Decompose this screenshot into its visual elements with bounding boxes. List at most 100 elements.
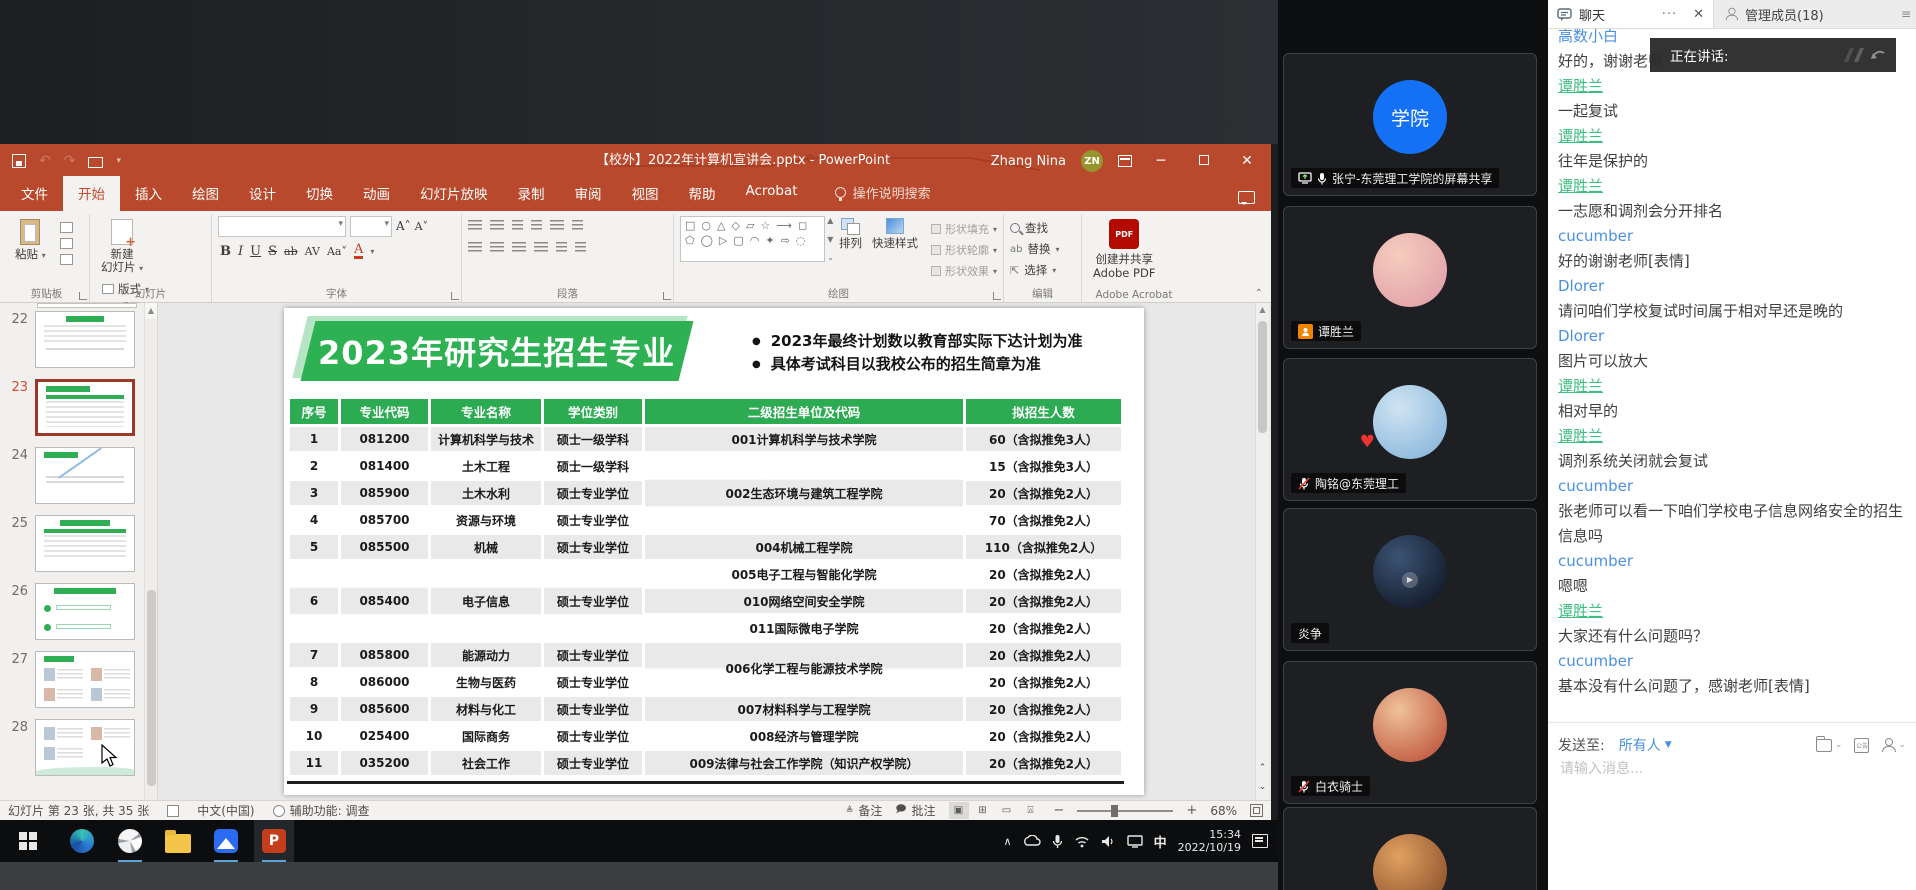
participant-tile-谭胜兰[interactable]: 谭胜兰: [1283, 206, 1537, 349]
start-button[interactable]: [8, 820, 48, 862]
find-button[interactable]: 查找: [1010, 220, 1060, 236]
shape-fill-button[interactable]: 形状填充▾: [931, 221, 997, 237]
font-dialog-launcher[interactable]: [451, 292, 459, 300]
text-direction-icon[interactable]: [572, 220, 583, 232]
comments-icon[interactable]: [1238, 191, 1255, 204]
previous-slide-button[interactable]: ⌃: [1259, 763, 1267, 773]
shapes-scroll[interactable]: ▲▼⌄: [827, 216, 834, 262]
network-icon[interactable]: [1074, 835, 1090, 848]
save-icon[interactable]: [12, 154, 26, 168]
tab-manage-members[interactable]: 管理成员(18): [1714, 0, 1892, 28]
slide-thumbnail-25[interactable]: [35, 515, 135, 572]
shape-outline-button[interactable]: 形状轮廓▾: [931, 242, 997, 258]
scrollbar-up-icon[interactable]: ▲: [1256, 305, 1269, 314]
redo-icon[interactable]: ↷: [64, 154, 76, 168]
customize-qat-icon[interactable]: ▾: [116, 154, 121, 168]
tab-chat[interactable]: 聊天 ··· ✕: [1548, 0, 1714, 28]
slideshow-icon[interactable]: [88, 157, 103, 168]
mention-button[interactable]: ⌄: [1881, 738, 1906, 752]
justify-icon[interactable]: [534, 242, 548, 254]
ribbon-tab-录制[interactable]: 录制: [503, 176, 560, 211]
ribbon-tab-幻灯片放映[interactable]: 幻灯片放映: [405, 176, 503, 211]
zoom-slider-thumb[interactable]: [1111, 805, 1118, 817]
arrange-button[interactable]: 排列: [834, 216, 867, 279]
reading-view-button[interactable]: ▭: [997, 802, 1017, 819]
tencent-meeting-button[interactable]: [206, 820, 246, 862]
panel-menu-icon[interactable]: ≡: [1892, 0, 1916, 28]
zoom-level[interactable]: 68%: [1210, 804, 1237, 818]
shrink-font-icon[interactable]: A˅: [415, 219, 428, 234]
drawing-dialog-launcher[interactable]: [993, 292, 1001, 300]
chat-input[interactable]: 请输入消息...: [1560, 758, 1643, 778]
increase-indent-icon[interactable]: [531, 220, 542, 232]
change-case-button[interactable]: Aa˅: [327, 244, 347, 259]
chat-close-icon[interactable]: ✕: [1693, 7, 1704, 22]
ribbon-tab-切换[interactable]: 切换: [291, 176, 348, 211]
ribbon-tab-审阅[interactable]: 审阅: [560, 176, 617, 211]
zoom-in-button[interactable]: +: [1186, 803, 1197, 818]
character-spacing-button[interactable]: AV: [305, 244, 320, 259]
paste-button[interactable]: 粘贴 ▾: [10, 216, 51, 265]
slide-thumbnail-26[interactable]: [35, 583, 135, 640]
quick-styles-button[interactable]: 快速样式: [867, 216, 923, 279]
replace-button[interactable]: ab替换▾: [1010, 241, 1060, 257]
align-left-icon[interactable]: [468, 242, 482, 254]
new-slide-button[interactable]: 新建幻灯片 ▾: [96, 216, 148, 278]
restore-button[interactable]: [1190, 144, 1218, 178]
scroll-up-icon[interactable]: ▲: [145, 303, 157, 319]
shapes-gallery[interactable]: □○△◇▱☆⟶◻ ⬠◯▷▢◠✦⇨◌: [680, 216, 825, 262]
slideshow-view-button[interactable]: ⍓: [1021, 802, 1041, 819]
undo-icon[interactable]: ↶: [39, 154, 51, 168]
accessibility-status[interactable]: 辅助功能: 调查: [273, 802, 370, 819]
volume-icon[interactable]: [1101, 835, 1116, 848]
slide-sorter-view-button[interactable]: ⊞: [973, 802, 993, 819]
collapse-ribbon-icon[interactable]: ⌃: [1255, 288, 1263, 299]
line-spacing-icon[interactable]: [550, 220, 564, 232]
font-color-caret[interactable]: ▾: [370, 247, 374, 256]
text-shadow-button[interactable]: ab: [284, 244, 298, 259]
format-painter-icon[interactable]: [60, 254, 73, 265]
chat-more-icon[interactable]: ···: [1662, 7, 1677, 22]
participant-tile-张宁-东莞理工学院的屏幕共享[interactable]: 学院张宁-东莞理工学院的屏幕共享: [1283, 53, 1537, 196]
ribbon-tab-绘图[interactable]: 绘图: [177, 176, 234, 211]
cut-icon[interactable]: [60, 222, 73, 233]
fit-slide-icon[interactable]: [1250, 804, 1263, 817]
slide-thumbnail-27[interactable]: [35, 651, 135, 708]
slide-23[interactable]: 2023年研究生招生专业 ●2023年最终计划数以教育部实际下达计划为准 ●具体…: [284, 308, 1144, 795]
file-send-button[interactable]: ⌄: [1816, 739, 1843, 752]
font-color-button[interactable]: A: [354, 244, 363, 259]
participant-tile-陶铭@东莞理工[interactable]: ♥陶铭@东莞理工: [1283, 358, 1537, 501]
numbering-icon[interactable]: [490, 220, 504, 232]
ime-indicator[interactable]: 中: [1154, 832, 1167, 851]
comments-toggle[interactable]: 🗩批注: [895, 802, 935, 819]
copy-icon[interactable]: [60, 238, 73, 249]
smartart-convert-icon[interactable]: [575, 242, 586, 254]
slide-scrollbar[interactable]: ▲ ⌃ ⌄: [1255, 303, 1269, 800]
align-center-icon[interactable]: [490, 242, 504, 254]
ribbon-tab-动画[interactable]: 动画: [348, 176, 405, 211]
participant-tile-partial[interactable]: [1283, 807, 1537, 890]
tell-me-search[interactable]: 操作说明搜索: [813, 183, 931, 211]
announcement-icon[interactable]: 公告: [1854, 738, 1869, 753]
slide-thumbnail-22[interactable]: [35, 311, 135, 368]
taskbar-clock[interactable]: 15:342022/10/19: [1178, 828, 1241, 854]
slide-thumbnail-24[interactable]: [35, 447, 135, 504]
ribbon-tab-Acrobat[interactable]: Acrobat: [731, 176, 813, 211]
hidden-icons-caret[interactable]: ∧: [1004, 835, 1012, 848]
file-explorer-button[interactable]: [158, 820, 198, 862]
ribbon-tab-帮助[interactable]: 帮助: [674, 176, 731, 211]
spell-check-icon[interactable]: [167, 805, 179, 817]
italic-button[interactable]: I: [238, 244, 243, 259]
font-name-combo[interactable]: [218, 216, 346, 237]
ribbon-tab-设计[interactable]: 设计: [234, 176, 291, 211]
decrease-indent-icon[interactable]: [512, 220, 523, 232]
ribbon-tab-视图[interactable]: 视图: [617, 176, 674, 211]
select-button[interactable]: ⇱选择▾: [1010, 262, 1060, 278]
font-size-combo[interactable]: [350, 216, 392, 237]
minimize-button[interactable]: ─: [1147, 144, 1175, 178]
meeting-assist-button[interactable]: [110, 820, 150, 862]
create-share-pdf-button[interactable]: PDF 创建并共享Adobe PDF: [1088, 216, 1160, 283]
strikethrough-button[interactable]: S: [268, 244, 277, 259]
slide-scroll-thumb[interactable]: [1258, 321, 1267, 433]
account-name[interactable]: Zhang Nina: [991, 154, 1066, 169]
